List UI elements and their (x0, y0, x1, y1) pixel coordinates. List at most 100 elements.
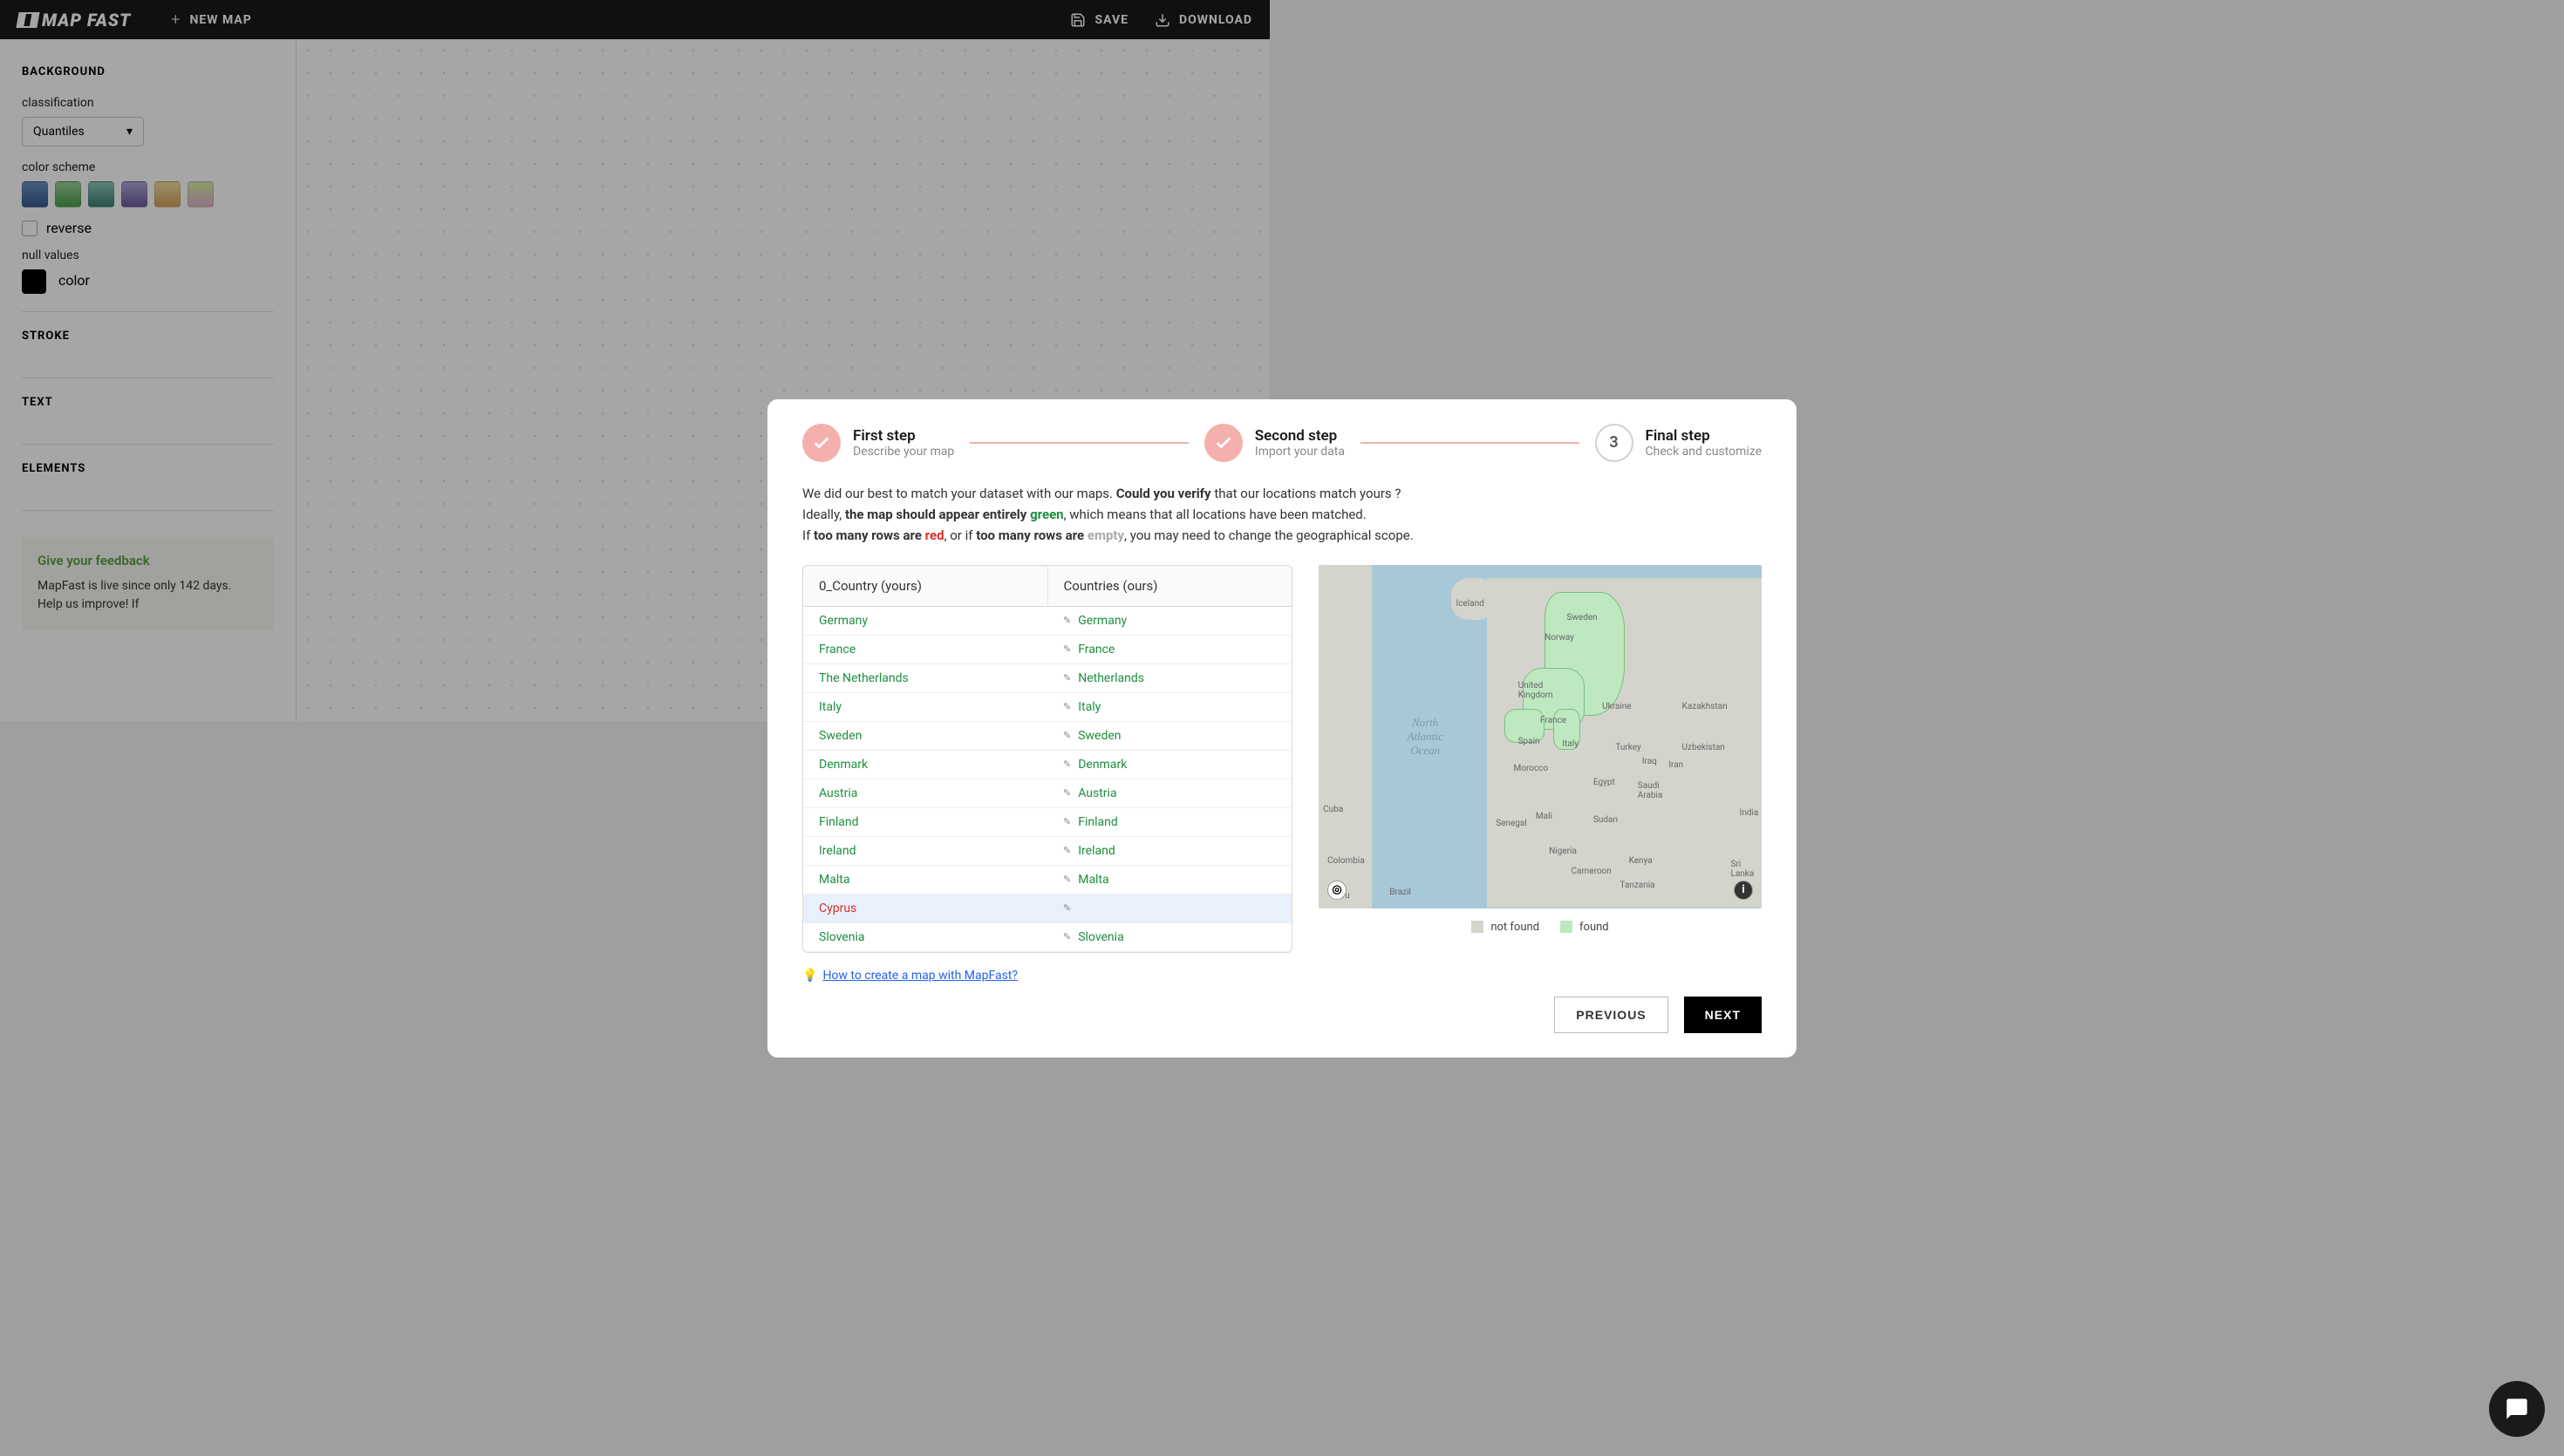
table-row[interactable]: Finland✎Finland (803, 808, 1292, 837)
td-ours[interactable]: ✎Netherlands (1047, 664, 1292, 692)
step-3: 3 Final step Check and customize (1595, 424, 1763, 462)
td-yours: Malta (803, 866, 1047, 894)
td-ours[interactable]: ✎Denmark (1047, 751, 1292, 779)
intro-text: We did our best to match your dataset wi… (802, 483, 1762, 546)
table-row[interactable]: Denmark✎Denmark (803, 751, 1292, 779)
td-ours[interactable]: ✎Italy (1047, 693, 1292, 721)
pencil-icon[interactable]: ✎ (1063, 759, 1071, 770)
table-body[interactable]: Germany✎GermanyFrance✎FranceThe Netherla… (803, 607, 1292, 952)
map-country-label: Cuba (1323, 805, 1343, 814)
content-row: 0_Country (yours) Countries (ours) Germa… (802, 565, 1762, 953)
pencil-icon[interactable]: ✎ (1063, 931, 1071, 942)
pencil-icon[interactable]: ✎ (1063, 845, 1071, 856)
pencil-icon[interactable]: ✎ (1063, 902, 1071, 914)
map-country-label: Egypt (1593, 778, 1615, 787)
map-country-label: Sudan (1593, 815, 1618, 825)
map-country-label: Iraq (1642, 757, 1657, 766)
map-country-label: Nigeria (1549, 847, 1577, 856)
legend-found: found (1560, 921, 1609, 934)
table-row[interactable]: Sweden✎Sweden (803, 722, 1292, 751)
td-yours: Ireland (803, 837, 1047, 865)
map-country-label: UnitedKingdom (1518, 681, 1553, 700)
chat-icon (2505, 1397, 2529, 1421)
td-yours: France (803, 636, 1047, 663)
map-country-label: Uzbekistan (1682, 743, 1725, 752)
table-row[interactable]: Slovenia✎Slovenia (803, 923, 1292, 952)
chat-fab[interactable] (2489, 1381, 2545, 1437)
td-ours[interactable]: ✎ (1047, 895, 1292, 922)
map-info-button[interactable]: i (1734, 881, 1753, 900)
td-yours: Sweden (803, 722, 1047, 750)
pencil-icon[interactable]: ✎ (1063, 643, 1071, 655)
map-country-label: Iran (1668, 760, 1683, 770)
table-row[interactable]: Italy✎Italy (803, 693, 1292, 722)
pencil-icon[interactable]: ✎ (1063, 787, 1071, 799)
td-ours[interactable]: ✎Ireland (1047, 837, 1292, 865)
td-ours[interactable]: ✎Sweden (1047, 722, 1292, 750)
table-row[interactable]: France✎France (803, 636, 1292, 664)
map-country-label: Spain (1518, 737, 1540, 746)
map-country-label: India (1740, 808, 1759, 818)
map-locate-button[interactable]: ◎ (1327, 881, 1347, 900)
step-line-1 (970, 442, 1189, 444)
pencil-icon[interactable]: ✎ (1063, 874, 1071, 885)
help-link[interactable]: How to create a map with MapFast? (822, 969, 1018, 983)
help-row: 💡 How to create a map with MapFast? (802, 969, 1762, 983)
th-yours: 0_Country (yours) (803, 566, 1048, 606)
map-legend: not found found (1319, 921, 1762, 934)
map-country-label: Italy (1562, 739, 1579, 749)
table-row[interactable]: Cyprus ✎ (803, 895, 1292, 923)
td-ours[interactable]: ✎Austria (1047, 779, 1292, 807)
pencil-icon[interactable]: ✎ (1063, 701, 1071, 712)
step-3-sub: Check and customize (1646, 445, 1763, 459)
pencil-icon[interactable]: ✎ (1063, 816, 1071, 827)
map-country-label: Mali (1536, 812, 1552, 821)
map-preview: NorthAtlanticOcean Iceland Sweden Norway… (1319, 565, 1762, 953)
td-yours: Denmark (803, 751, 1047, 779)
step-1-sub: Describe your map (853, 445, 954, 459)
step-3-title: Final step (1646, 427, 1763, 445)
step-3-circle: 3 (1595, 424, 1633, 462)
td-ours[interactable]: ✎Malta (1047, 866, 1292, 894)
table-row[interactable]: Austria✎Austria (803, 779, 1292, 808)
td-ours[interactable]: ✎Germany (1047, 607, 1292, 635)
step-2-sub: Import your data (1255, 445, 1345, 459)
map-country-label: Brazil (1389, 888, 1411, 897)
th-ours: Countries (ours) (1048, 566, 1292, 606)
bulb-icon: 💡 (802, 969, 817, 983)
pencil-icon[interactable]: ✎ (1063, 615, 1071, 626)
table-header: 0_Country (yours) Countries (ours) (803, 566, 1292, 607)
td-ours[interactable]: ✎Slovenia (1047, 923, 1292, 951)
td-yours: Cyprus (803, 895, 1047, 922)
table-row[interactable]: Germany✎Germany (803, 607, 1292, 636)
map-country-label: Colombia (1327, 856, 1365, 866)
table-row[interactable]: Ireland✎Ireland (803, 837, 1292, 866)
map-country-label: Kenya (1629, 856, 1653, 866)
td-ours[interactable]: ✎Finland (1047, 808, 1292, 836)
map-country-label: Sri Lanka (1730, 860, 1762, 879)
table-row[interactable]: The Netherlands✎Netherlands (803, 664, 1292, 693)
legend-not-found: not found (1471, 921, 1539, 934)
map-country-label: Sweden (1566, 613, 1597, 623)
pencil-icon[interactable]: ✎ (1063, 730, 1071, 741)
td-yours: Austria (803, 779, 1047, 807)
map-image[interactable]: NorthAtlanticOcean Iceland Sweden Norway… (1319, 565, 1762, 908)
step-2: Second step Import your data (1204, 424, 1345, 462)
td-yours: The Netherlands (803, 664, 1047, 692)
table-row[interactable]: Malta✎Malta (803, 866, 1292, 895)
td-yours: Finland (803, 808, 1047, 836)
step-2-title: Second step (1255, 427, 1345, 445)
map-country-label: Tanzania (1620, 881, 1654, 890)
previous-button[interactable]: PREVIOUS (1554, 997, 1667, 1033)
step-line-2 (1360, 442, 1579, 444)
td-ours[interactable]: ✎France (1047, 636, 1292, 663)
map-country-label: Morocco (1514, 764, 1549, 773)
map-country-label: Norway (1545, 633, 1574, 643)
step-1: First step Describe your map (802, 424, 954, 462)
map-country-label: Senegal (1496, 819, 1527, 828)
pencil-icon[interactable]: ✎ (1063, 672, 1071, 684)
modal-overlay: First step Describe your map Second step… (0, 0, 2564, 1456)
modal: First step Describe your map Second step… (767, 399, 1797, 1058)
next-button[interactable]: NEXT (1684, 997, 1762, 1033)
modal-footer: PREVIOUS NEXT (802, 997, 1762, 1033)
